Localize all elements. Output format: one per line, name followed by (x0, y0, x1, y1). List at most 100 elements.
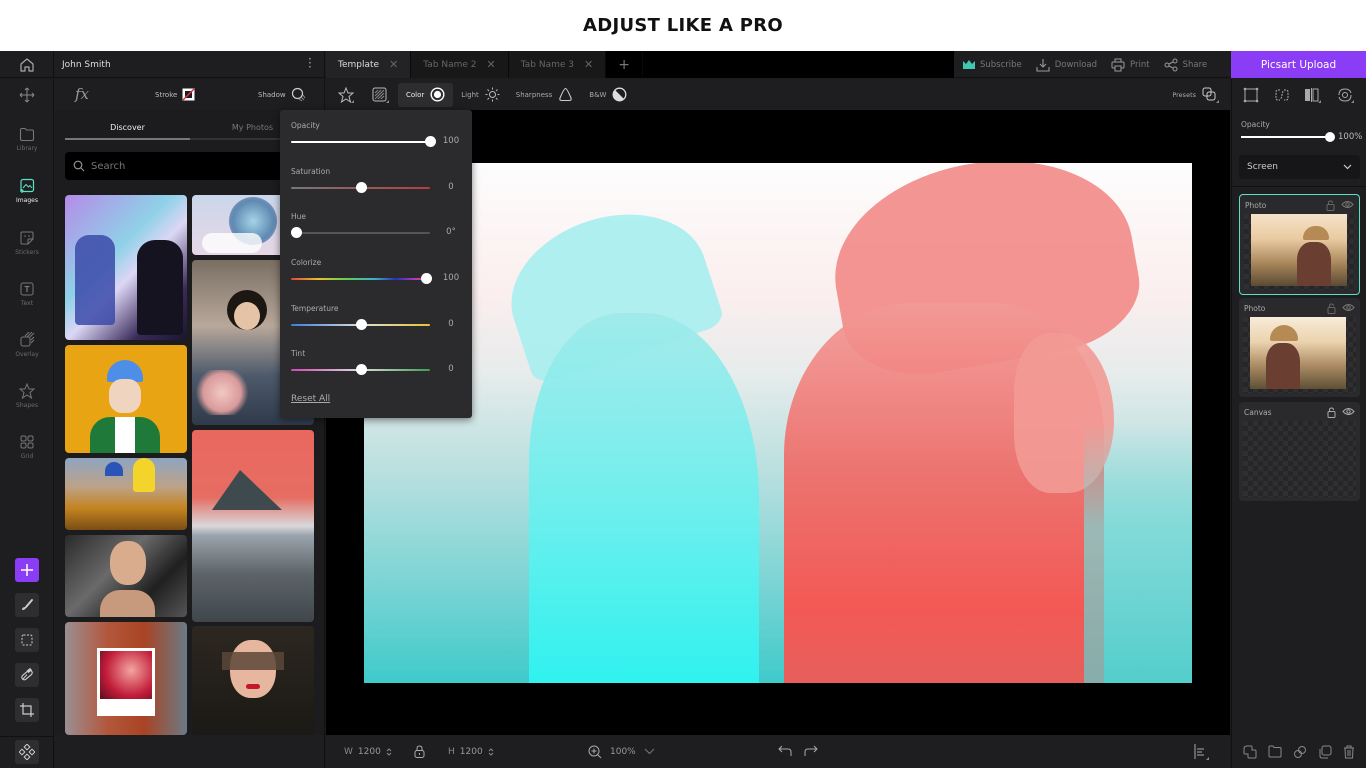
subscribe-button[interactable]: Subscribe (963, 60, 1022, 70)
tab-discover[interactable]: Discover (65, 118, 190, 140)
image-thumbnail[interactable] (65, 345, 187, 453)
image-thumbnail[interactable] (65, 622, 187, 735)
lock-icon[interactable] (1326, 200, 1335, 211)
lock-icon[interactable] (1327, 303, 1336, 314)
eye-icon[interactable] (1341, 200, 1354, 209)
stepper-icon[interactable] (386, 747, 392, 757)
slider-knob[interactable] (425, 136, 436, 147)
presets-button[interactable]: Presets (1172, 87, 1220, 103)
picsart-upload-button[interactable]: Picsart Upload (1231, 51, 1366, 78)
sidebar-item-overlay[interactable]: Overlay (0, 332, 54, 358)
shadow-label: Shadow (258, 90, 286, 99)
zoom-control[interactable]: 100% (588, 745, 655, 759)
slider-knob[interactable] (355, 364, 367, 375)
slider-knob[interactable] (420, 273, 432, 284)
home-button[interactable] (0, 51, 54, 78)
more-options-icon[interactable]: · · · (308, 53, 312, 73)
canvas-photo[interactable] (364, 163, 1192, 683)
share-button[interactable]: Share (1164, 58, 1207, 72)
duplicate-icon[interactable] (1318, 745, 1332, 759)
slider-track[interactable] (291, 278, 430, 280)
sidebar-item-stickers[interactable]: Stickers (0, 230, 54, 256)
eye-icon[interactable] (1342, 407, 1355, 416)
colorize-slider[interactable]: Colorize 100 (291, 258, 466, 284)
light-tab[interactable]: Light (453, 83, 507, 107)
image-thumbnail[interactable] (192, 626, 314, 735)
sidebar-item-shapes[interactable]: Shapes (0, 383, 54, 409)
slider-knob[interactable] (355, 319, 367, 330)
tab-template[interactable]: Template ✕ (326, 51, 412, 78)
download-button[interactable]: Download (1036, 58, 1097, 72)
flip-icon[interactable] (1304, 87, 1322, 103)
add-button[interactable] (15, 558, 39, 582)
stepper-icon[interactable] (488, 747, 494, 757)
image-thumbnail[interactable] (65, 195, 187, 340)
shadow-button[interactable]: Shadow (258, 87, 306, 102)
temperature-slider[interactable]: Temperature 0 (291, 304, 466, 330)
slider-knob[interactable] (355, 182, 367, 193)
brush-tool[interactable] (15, 593, 39, 617)
favorites-tab[interactable] (330, 83, 364, 107)
sidebar-item-library[interactable]: Library (0, 127, 54, 152)
image-thumbnail[interactable] (65, 535, 187, 617)
group-folder-icon[interactable] (1268, 745, 1282, 758)
image-thumbnail[interactable] (192, 430, 314, 622)
replace-icon[interactable] (1274, 87, 1290, 103)
redo-icon[interactable] (804, 745, 818, 757)
link-icon[interactable] (1293, 745, 1307, 759)
search-input[interactable] (91, 160, 291, 172)
crop-tool[interactable] (15, 698, 39, 722)
layer-opacity-track[interactable] (1241, 136, 1330, 138)
slider-track[interactable] (291, 232, 430, 234)
tint-slider[interactable]: Tint 0 (291, 349, 466, 375)
width-value[interactable]: 1200 (358, 747, 381, 757)
stroke-button[interactable]: Stroke (155, 88, 195, 101)
undo-icon[interactable] (778, 745, 792, 757)
fx-button[interactable]: fx (75, 85, 89, 103)
hue-slider[interactable]: Hue 0° (291, 212, 466, 238)
layer-item[interactable]: Photo (1239, 298, 1360, 397)
sharpness-tab[interactable]: Sharpness (508, 83, 582, 107)
eraser-tool[interactable] (15, 663, 39, 687)
rotate-icon[interactable] (1337, 87, 1355, 103)
selection-tool[interactable] (15, 628, 39, 652)
layer-item[interactable]: Canvas (1239, 402, 1360, 501)
eye-icon[interactable] (1342, 303, 1355, 312)
reset-all-link[interactable]: Reset All (291, 394, 330, 404)
tab-name-2[interactable]: Tab Name 2 ✕ (411, 51, 509, 78)
close-icon[interactable]: ✕ (389, 58, 398, 71)
slider-knob[interactable] (291, 227, 302, 238)
bounding-box-icon[interactable] (1243, 87, 1259, 103)
blend-mode-select[interactable]: Screen (1239, 155, 1360, 179)
align-icon[interactable] (1194, 744, 1210, 760)
add-tab-button[interactable]: + (606, 51, 643, 78)
lock-icon[interactable] (1327, 407, 1336, 418)
close-icon[interactable]: ✕ (584, 58, 593, 71)
layer-item[interactable]: Photo (1239, 194, 1360, 295)
sidebar-item-images[interactable]: Images (0, 178, 54, 204)
height-value[interactable]: 1200 (460, 747, 483, 757)
opacity-slider[interactable]: Opacity 100 (291, 121, 466, 147)
lock-ratio-icon[interactable] (414, 745, 425, 758)
move-tool[interactable] (0, 79, 54, 110)
trash-icon[interactable] (1343, 745, 1355, 759)
crop-icon (20, 703, 34, 717)
slider-value: 0 (448, 364, 454, 374)
saturation-slider[interactable]: Saturation 0 (291, 167, 466, 193)
bw-tab[interactable]: B&W (581, 83, 635, 107)
color-tab[interactable]: Color (398, 82, 454, 107)
print-button[interactable]: Print (1111, 58, 1150, 72)
image-thumbnail[interactable] (65, 458, 187, 530)
slider-track[interactable] (291, 141, 430, 143)
sidebar-item-grid[interactable]: Grid (0, 434, 54, 460)
bw-label: B&W (589, 90, 607, 99)
width-control[interactable]: W 1200 (344, 747, 392, 757)
layer-opacity-knob[interactable] (1325, 132, 1335, 142)
effects-tool[interactable] (15, 740, 39, 764)
close-icon[interactable]: ✕ (487, 58, 496, 71)
sidebar-item-text[interactable]: Text (0, 281, 54, 307)
height-control[interactable]: H 1200 (448, 747, 494, 757)
texture-tab[interactable] (364, 83, 398, 107)
tab-name-3[interactable]: Tab Name 3 ✕ (508, 51, 607, 78)
merge-icon[interactable] (1243, 745, 1257, 759)
